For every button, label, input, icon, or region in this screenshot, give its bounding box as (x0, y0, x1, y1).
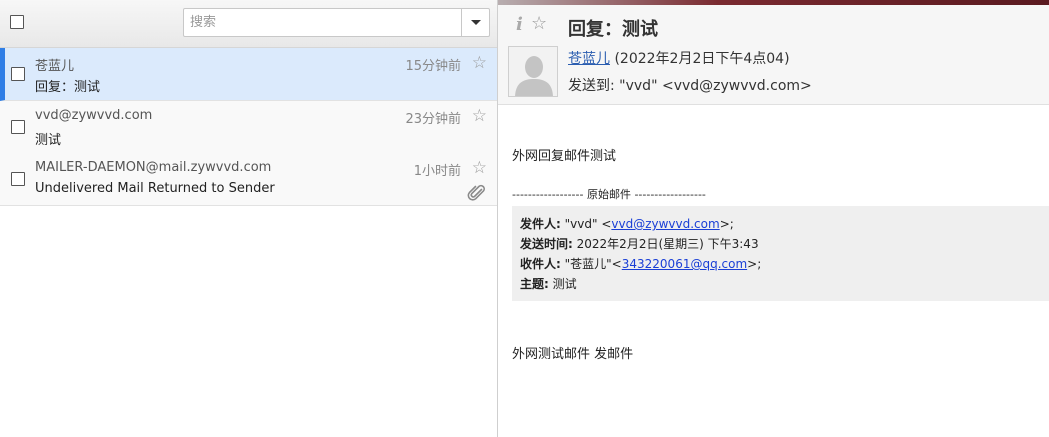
message-subject: 测试 (35, 133, 62, 148)
star-icon[interactable]: ☆ (472, 106, 487, 126)
quote-from-line: 发件人: "vvd" <vvd@zywvvd.com>; (520, 214, 1041, 234)
mail-subject: 回复：测试 (568, 19, 658, 40)
star-icon[interactable]: ☆ (472, 158, 487, 178)
message-item[interactable]: 苍蓝儿 回复：测试 15分钟前 ☆ (0, 48, 497, 101)
quote-from-email-link[interactable]: vvd@zywvvd.com (611, 217, 719, 231)
message-time: 15分钟前 (405, 59, 461, 74)
select-all-checkbox[interactable] (10, 15, 24, 29)
sendto-value: "vvd" <vvd@zywvvd.com> (619, 78, 812, 94)
quote-sent-line: 发送时间: 2022年2月2日(星期三) 下午3:43 (520, 234, 1041, 254)
sender-name-link[interactable]: 苍蓝儿 (568, 51, 610, 67)
message-list-pane: 苍蓝儿 回复：测试 15分钟前 ☆ vvd@zywvvd.com 测试 23分钟… (0, 0, 497, 437)
message-time: 23分钟前 (405, 112, 461, 127)
mail-app: 苍蓝儿 回复：测试 15分钟前 ☆ vvd@zywvvd.com 测试 23分钟… (0, 0, 1049, 437)
quote-to-label: 收件人: (520, 257, 561, 271)
search-box[interactable] (183, 8, 490, 37)
quote-subject-line: 主题: 测试 (520, 274, 1041, 294)
paperclip-icon (467, 184, 485, 201)
star-icon[interactable]: ☆ (531, 13, 547, 34)
star-icon[interactable]: ☆ (472, 53, 487, 73)
sender-date: (2022年2月2日下午4点04) (614, 51, 790, 67)
message-sender: 苍蓝儿 (35, 59, 75, 74)
message-checkbox[interactable] (11, 120, 25, 134)
message-checkbox[interactable] (11, 67, 25, 81)
body-text: 外网回复邮件测试 (512, 149, 617, 164)
quote-sent-label: 发送时间: (520, 237, 573, 251)
body-text: 外网测试邮件 发邮件 (512, 347, 634, 362)
sendto-label: 发送到: (568, 78, 615, 94)
original-mail-separator: ------------------ 原始邮件 ----------------… (512, 188, 706, 201)
quote-sent-value: 2022年2月2日(星期三) 下午3:43 (576, 237, 759, 251)
message-checkbox[interactable] (11, 172, 25, 186)
sender-line: 苍蓝儿 (2022年2月2日下午4点04) (568, 48, 790, 68)
message-item[interactable]: vvd@zywvvd.com 测试 23分钟前 ☆ (0, 101, 497, 154)
quote-to-prefix: "苍蓝儿"< (564, 257, 622, 271)
reading-pane: i ☆ 回复：测试 苍蓝儿 (2022年2月2日下午4点04) 发送到: "vv… (498, 0, 1049, 437)
message-sender: MAILER-DAEMON@mail.zywvvd.com (35, 160, 272, 175)
quote-subject-label: 主题: (520, 277, 549, 291)
message-subject: 回复：测试 (35, 80, 101, 95)
quote-from-label: 发件人: (520, 217, 561, 231)
quote-to-email-link[interactable]: 343220061@qq.com (622, 257, 747, 271)
info-icon[interactable]: i (516, 14, 523, 35)
search-dropdown-button[interactable] (461, 9, 489, 36)
avatar-placeholder-icon (509, 47, 557, 96)
quote-from-prefix: "vvd" < (564, 217, 612, 231)
quote-to-suffix: >; (747, 257, 762, 271)
quote-from-suffix: >; (719, 217, 734, 231)
search-input[interactable] (184, 9, 462, 36)
mail-header: i ☆ 回复：测试 苍蓝儿 (2022年2月2日下午4点04) 发送到: "vv… (498, 5, 1049, 105)
quote-subject-value: 测试 (552, 277, 577, 291)
avatar (508, 46, 558, 97)
message-subject: Undelivered Mail Returned to Sender (35, 181, 275, 196)
quoted-original-mail: 发件人: "vvd" <vvd@zywvvd.com>; 发送时间: 2022年… (512, 206, 1049, 301)
sendto-line: 发送到: "vvd" <vvd@zywvvd.com> (568, 75, 812, 95)
quote-to-line: 收件人: "苍蓝儿"<343220061@qq.com>; (520, 254, 1041, 274)
message-item[interactable]: MAILER-DAEMON@mail.zywvvd.com Undelivere… (0, 153, 497, 206)
message-sender: vvd@zywvvd.com (35, 108, 153, 123)
message-time: 1小时前 (413, 164, 461, 179)
list-toolbar (0, 0, 497, 48)
mail-body: 外网回复邮件测试 ------------------ 原始邮件 -------… (498, 106, 1049, 437)
